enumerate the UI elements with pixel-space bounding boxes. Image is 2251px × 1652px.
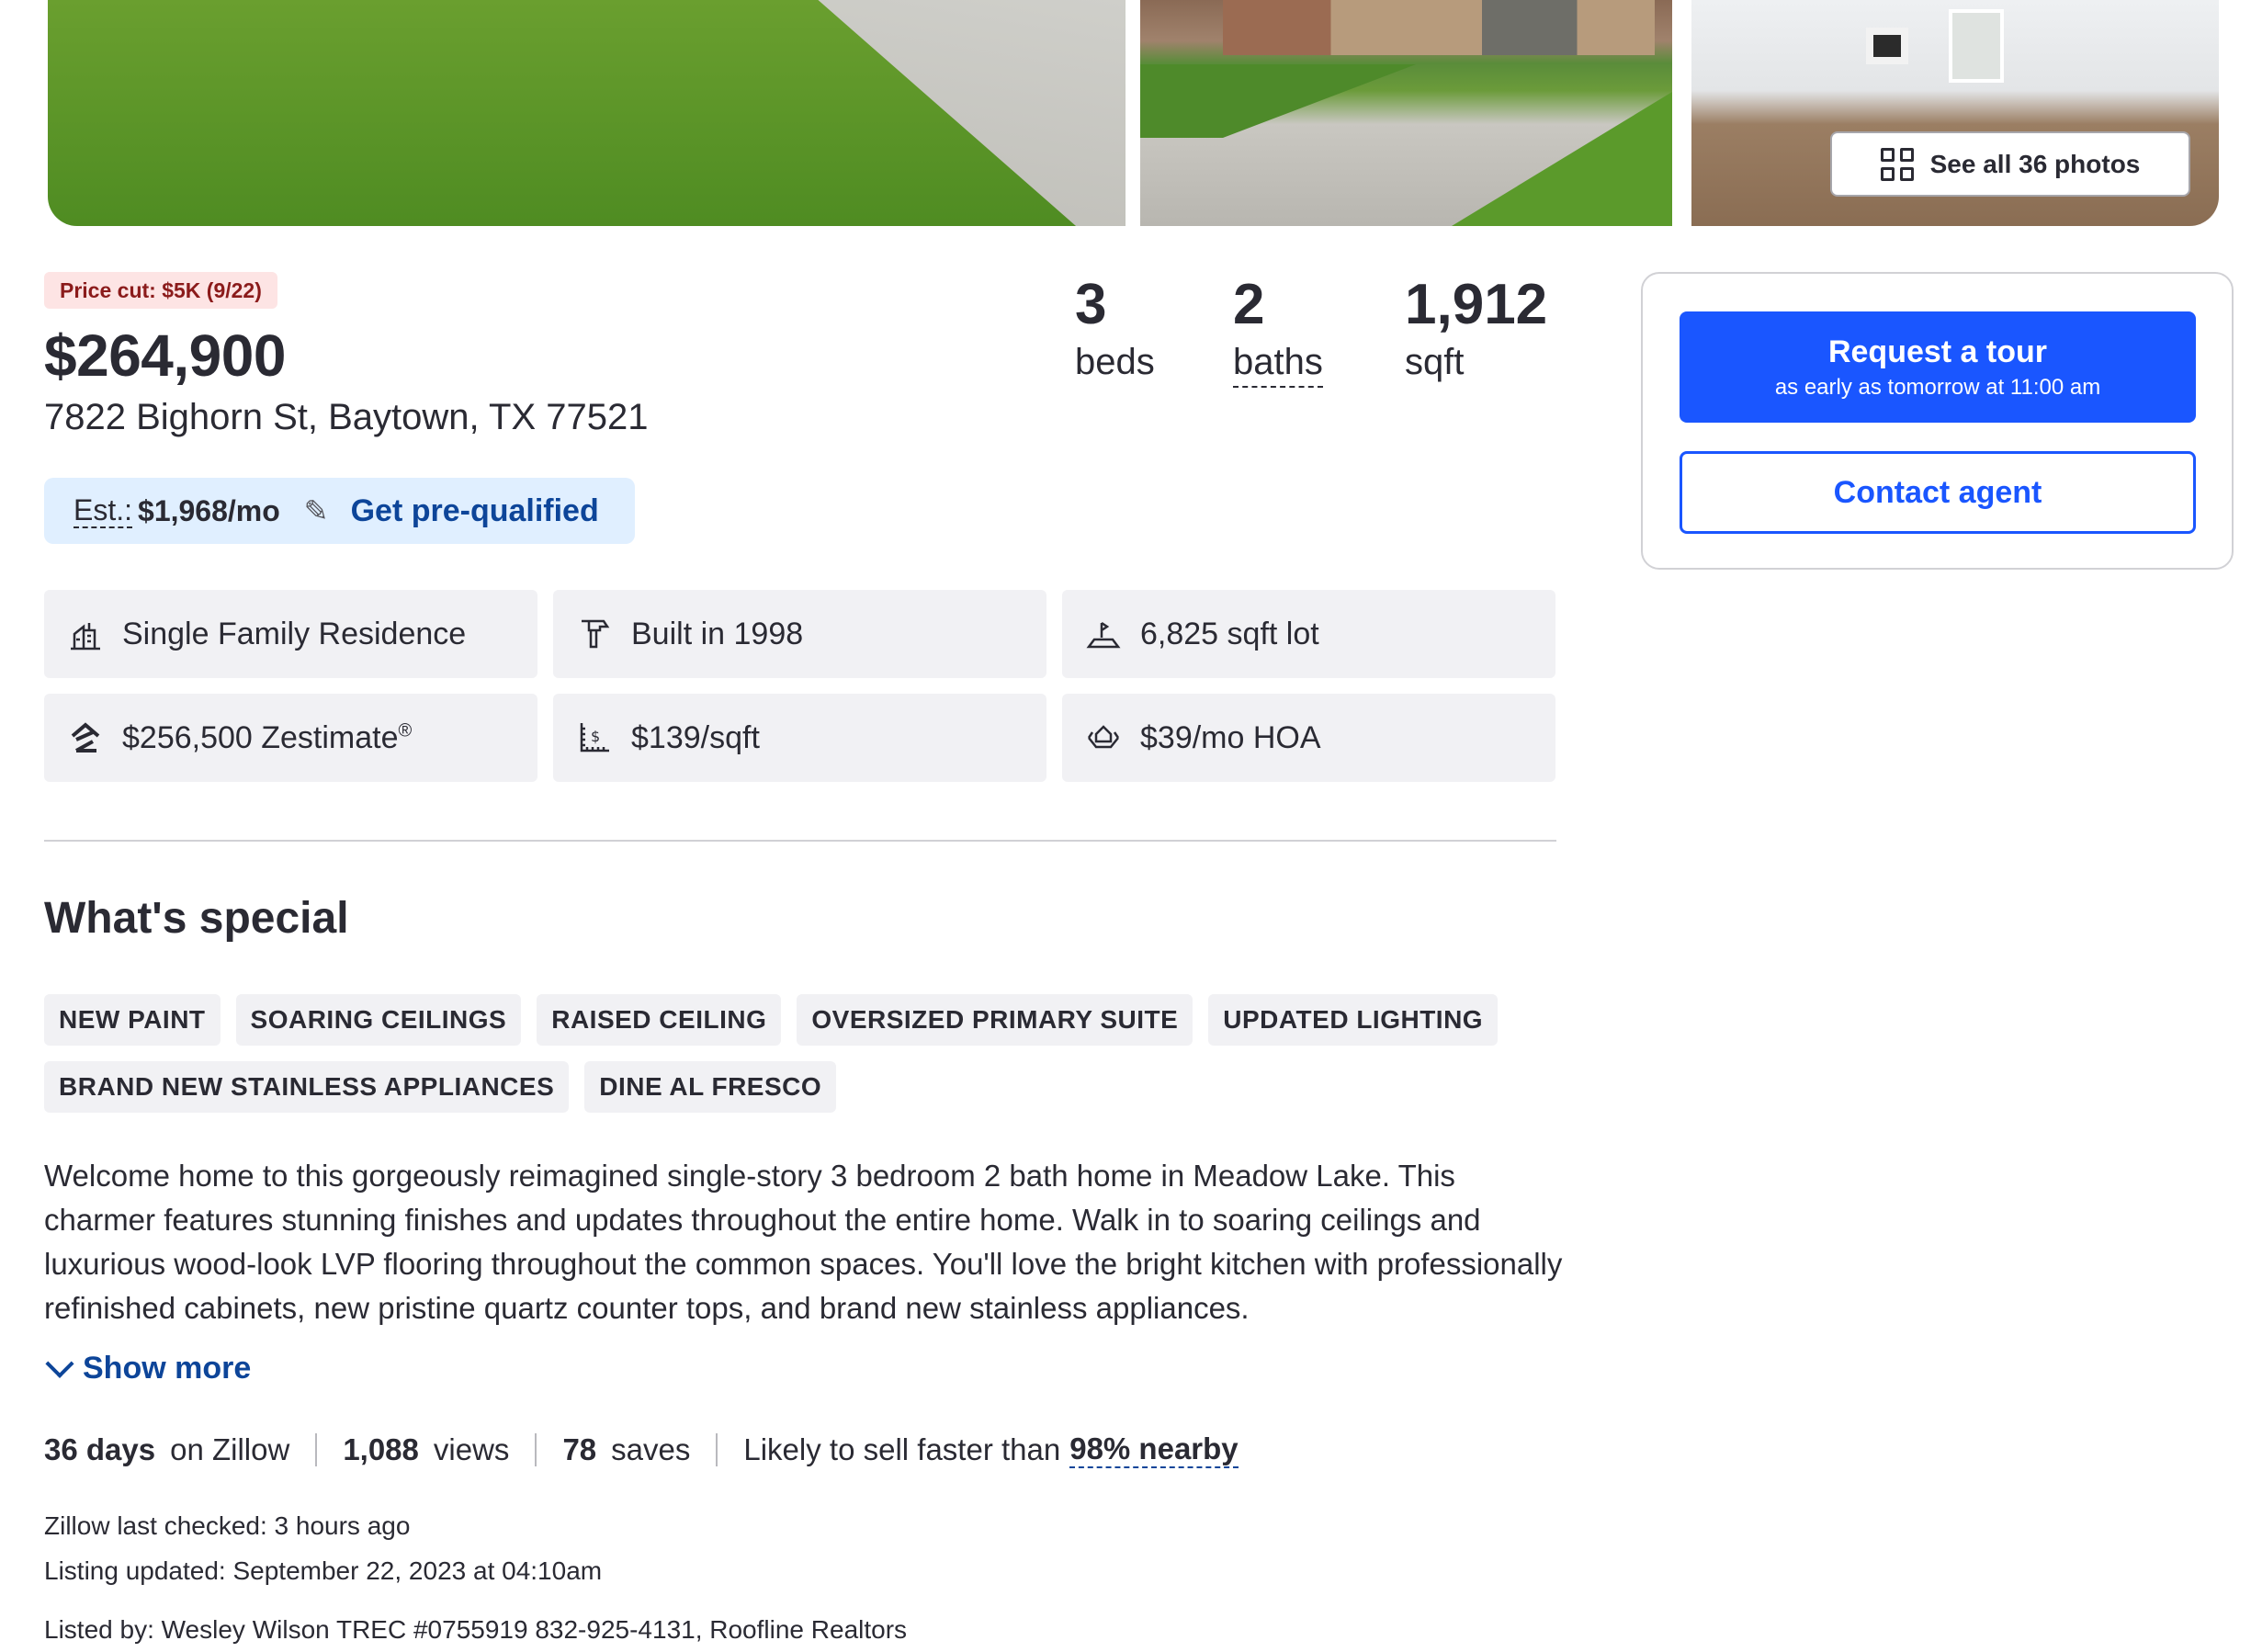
fact-hoa: $39/mo HOA [1062, 694, 1555, 782]
driveway-graphic [629, 0, 1126, 226]
lawn-graphic [1452, 92, 1672, 226]
house-facade-graphic [1223, 0, 1655, 55]
lawn-graphic [1140, 64, 1416, 138]
sqft-label: sqft [1405, 342, 1465, 382]
listed-by-text: Listed by: Wesley Wilson TREC #0755919 8… [44, 1615, 908, 1644]
feature-chips: NEW PAINT SOARING CEILINGS RAISED CEILIN… [44, 994, 1556, 1113]
listing-price: $264,900 [44, 322, 286, 389]
section-divider [44, 840, 1556, 842]
see-all-photos-label: See all 36 photos [1929, 149, 2141, 178]
sell-faster-value[interactable]: 98% nearby [1069, 1431, 1239, 1468]
fact-lot-size: 6,825 sqft lot [1062, 590, 1555, 678]
zestimate-icon [71, 722, 100, 752]
feature-chip: UPDATED LIGHTING [1208, 994, 1499, 1046]
feature-chip: RAISED CEILING [537, 994, 782, 1046]
fact-price-per-sqft: $ $139/sqft [553, 694, 1046, 782]
price-cut-badge: Price cut: $5K (9/22) [44, 272, 277, 309]
show-more-label: Show more [83, 1351, 252, 1386]
estimate-value: $1,968/mo [138, 493, 280, 527]
listing-updated-text: Listing updated: September 22, 2023 at 0… [44, 1556, 603, 1585]
hammer-icon [582, 619, 610, 649]
sqft-stat: 1,912 sqft [1405, 272, 1547, 386]
fireplace-graphic [1866, 28, 1908, 64]
sell-faster-text: Likely to sell faster than [743, 1432, 1061, 1466]
door-graphic [1949, 9, 2004, 83]
saves-label: saves [611, 1432, 691, 1466]
feature-chip: SOARING CEILINGS [235, 994, 522, 1046]
hoa-icon [1087, 725, 1120, 749]
chevron-down-icon [45, 1349, 74, 1378]
building-icon [71, 623, 100, 651]
baths-stat[interactable]: 2 baths [1233, 272, 1323, 388]
request-tour-label: Request a tour [1827, 334, 2048, 369]
baths-label[interactable]: baths [1233, 338, 1323, 388]
stat-separator [716, 1433, 718, 1466]
contact-agent-button[interactable]: Contact agent [1680, 451, 2196, 534]
get-pre-qualified-link[interactable]: Get pre-qualified [351, 493, 599, 529]
fact-text: Built in 1998 [631, 616, 804, 651]
svg-text:$: $ [591, 728, 600, 745]
show-more-button[interactable]: Show more [44, 1349, 252, 1386]
facts-grid: Single Family Residence Built in 1998 6,… [44, 590, 1556, 782]
estimated-payment-bar: Est.: $1,968/mo ✎ Get pre-qualified [44, 478, 635, 544]
views-value: 1,088 [343, 1432, 419, 1466]
main-photo[interactable] [48, 0, 1126, 226]
listing-description: Welcome home to this gorgeously reimagin… [44, 1159, 1563, 1325]
listing-stats: 36 days on Zillow 1,088 views 78 saves L… [44, 1431, 1239, 1468]
days-on-zillow-value: 36 days [44, 1432, 156, 1466]
request-tour-subtext: as early as tomorrow at 11:00 am [1774, 374, 2101, 400]
feature-chip: OVERSIZED PRIMARY SUITE [797, 994, 1193, 1046]
fact-text: Single Family Residence [122, 616, 467, 651]
saves-value: 78 [562, 1432, 597, 1466]
beds-stat: 3 beds [1075, 272, 1155, 386]
pencil-icon[interactable]: ✎ [304, 493, 329, 528]
photo-gallery[interactable]: See all 36 photos [48, 0, 2219, 226]
fact-year-built: Built in 1998 [553, 590, 1046, 678]
fact-zestimate[interactable]: $256,500 Zestimate® [44, 694, 537, 782]
contact-card: Request a tour as early as tomorrow at 1… [1641, 272, 2234, 570]
views-label: views [433, 1432, 510, 1466]
lot-icon [1086, 621, 1121, 649]
feature-chip: DINE AL FRESCO [584, 1061, 837, 1113]
stat-separator [315, 1433, 318, 1466]
days-on-zillow-label: on Zillow [170, 1432, 290, 1466]
last-checked-text: Zillow last checked: 3 hours ago [44, 1511, 411, 1540]
fact-text: $139/sqft [631, 719, 760, 755]
feature-chip: BRAND NEW STAINLESS APPLIANCES [44, 1061, 570, 1113]
feature-chip: NEW PAINT [44, 994, 221, 1046]
fact-text: $39/mo HOA [1140, 719, 1321, 755]
request-tour-button[interactable]: Request a tour as early as tomorrow at 1… [1680, 311, 2196, 423]
beds-label: beds [1075, 342, 1155, 382]
fact-text: 6,825 sqft lot [1140, 616, 1319, 651]
listing-address: 7822 Bighorn St, Baytown, TX 77521 [44, 397, 649, 437]
whats-special-heading: What's special [44, 894, 349, 943]
price-sqft-icon: $ [580, 723, 609, 752]
beds-value: 3 [1075, 273, 1107, 336]
fact-text: $256,500 Zestimate® [122, 719, 413, 755]
estimate-label[interactable]: Est.: [74, 493, 133, 528]
see-all-photos-button[interactable]: See all 36 photos [1830, 131, 2190, 197]
grid-icon [1880, 147, 1914, 181]
sqft-value: 1,912 [1405, 273, 1548, 336]
fact-home-type: Single Family Residence [44, 590, 537, 678]
stat-separator [535, 1433, 537, 1466]
baths-value: 2 [1233, 273, 1265, 336]
exterior-photo[interactable] [1140, 0, 1672, 226]
